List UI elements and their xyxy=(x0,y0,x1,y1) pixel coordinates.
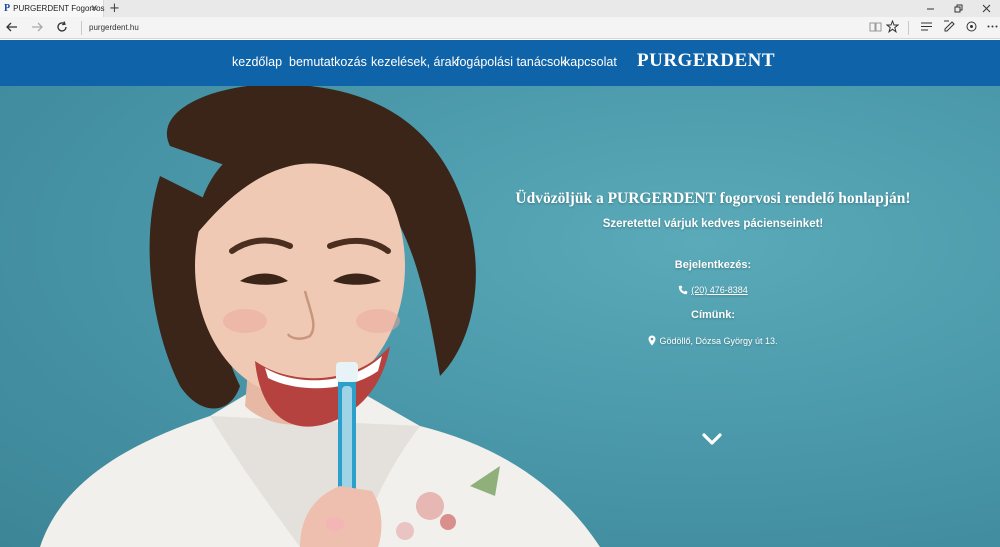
browser-tab[interactable]: P PURGERDENT Fogorvos ✕ xyxy=(0,0,105,17)
refresh-icon[interactable] xyxy=(54,20,70,36)
more-icon[interactable] xyxy=(984,20,1000,36)
minimize-icon[interactable] xyxy=(916,0,944,17)
chevron-down-icon[interactable] xyxy=(702,432,722,446)
hub-icon[interactable] xyxy=(918,20,934,36)
browser-address-bar: purgerdent.hu xyxy=(0,17,1000,39)
nav-item-about[interactable]: bemutatkozás xyxy=(289,55,367,69)
restore-icon[interactable] xyxy=(944,0,972,17)
web-note-icon[interactable] xyxy=(941,20,957,36)
hero-title: Üdvözöljük a PURGERDENT fogorvosi rendel… xyxy=(515,190,911,207)
reading-view-icon[interactable] xyxy=(867,20,883,36)
favicon-icon: P xyxy=(4,3,11,14)
nav-item-treatments[interactable]: kezelések, árak xyxy=(371,55,458,69)
booking-label: Bejelentkezés: xyxy=(674,259,752,271)
address-label: Címünk: xyxy=(691,309,735,321)
tab-close-icon[interactable]: ✕ xyxy=(90,3,98,14)
address-text: Gödöllő, Dózsa György út 13. xyxy=(659,335,778,346)
back-icon[interactable] xyxy=(4,20,20,36)
hero-text: Üdvözöljük a PURGERDENT fogorvosi rendel… xyxy=(460,190,966,350)
close-window-icon[interactable] xyxy=(972,0,1000,17)
hero-subtitle: Szeretettel várjuk kedves pácienseinket! xyxy=(602,218,824,230)
favorites-star-icon[interactable] xyxy=(884,19,900,36)
url-field[interactable]: purgerdent.hu xyxy=(89,23,139,32)
address-separator xyxy=(81,21,82,35)
phone-icon xyxy=(679,285,688,295)
window-controls xyxy=(916,0,1000,17)
web-page: kezdőlap bemutatkozás kezelések, árak fo… xyxy=(0,40,1000,547)
new-tab-button[interactable]: + xyxy=(109,1,120,16)
share-icon[interactable] xyxy=(963,20,979,36)
phone-link[interactable]: (20) 476-8384 xyxy=(691,285,748,295)
nav-item-home[interactable]: kezdőlap xyxy=(232,55,282,69)
site-navbar: kezdőlap bemutatkozás kezelések, árak fo… xyxy=(0,40,1000,86)
browser-tabbar: P PURGERDENT Fogorvos ✕ + xyxy=(0,0,1000,17)
map-marker-icon xyxy=(648,335,656,346)
brand-logo[interactable]: PURGERDENT xyxy=(637,50,775,72)
forward-icon[interactable] xyxy=(29,20,45,36)
toolbar-separator xyxy=(908,21,909,35)
nav-item-care-tips[interactable]: fogápolási tanácsok xyxy=(456,55,567,69)
nav-item-contact[interactable]: kapcsolat xyxy=(564,55,617,69)
